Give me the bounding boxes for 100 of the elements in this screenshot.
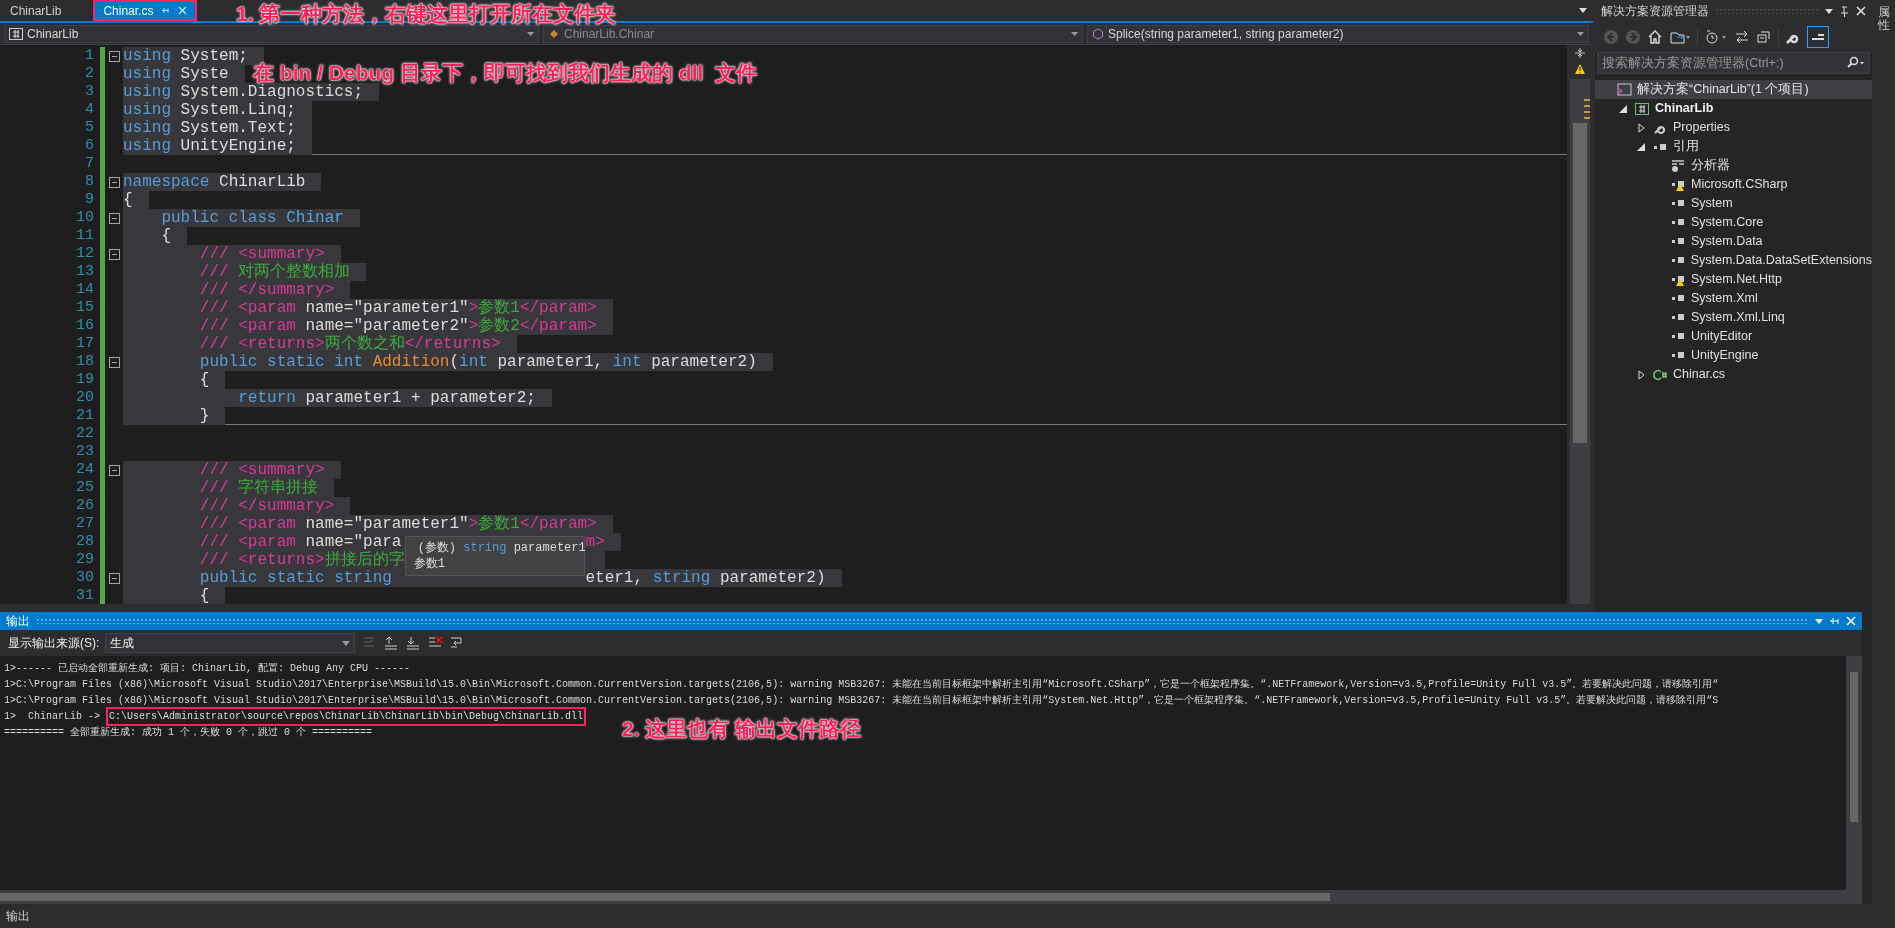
method-icon <box>1092 27 1104 40</box>
code-text: /// <param <box>198 533 296 551</box>
code-text: name="parameter1" <box>304 299 469 317</box>
dropdown-caret-icon[interactable] <box>1825 8 1833 14</box>
line-number: 28 <box>75 533 95 551</box>
line-number: 23 <box>75 443 95 461</box>
tree-item[interactable]: UnityEditor <box>1595 327 1872 346</box>
collapse-icon[interactable] <box>108 50 120 62</box>
expanded-arrow-icon[interactable] <box>1637 142 1645 151</box>
code-text: ChinarLib <box>218 173 306 191</box>
source-dropdown[interactable]: 生成 <box>105 633 356 653</box>
code-text: /// <returns> <box>198 335 325 353</box>
line-number: 22 <box>75 425 95 443</box>
expanded-arrow-icon[interactable] <box>1619 104 1627 113</box>
code-text: > <box>468 299 479 317</box>
tree-item[interactable]: 解决方案“ChinarLib”(1 个项目) <box>1595 80 1872 99</box>
collapse-icon[interactable] <box>108 464 120 476</box>
code-text: parameter2) <box>718 569 826 587</box>
tree-item[interactable]: ChinarLib <box>1595 99 1872 118</box>
output-line: 1>------ 已启动全部重新生成: 项目: ChinarLib, 配置: Debug Any CPU ------ <box>4 661 411 676</box>
line-number: 20 <box>75 389 95 407</box>
line-number: 30 <box>75 569 95 587</box>
source-label: 显示输出来源(S): <box>8 635 100 652</box>
navigation-dropdown[interactable]: Splice(string parameter1, string parameter2) <box>1087 24 1589 43</box>
annotation-text: 2. 这里也有 输出文件路径 <box>622 718 862 739</box>
output-line: 1>C:\Program Files (x86)\Microsoft Visual Studio\2017\Enterprise\MSBuild\15.0\Bin\Microsoft.Common.CurrentVersion.targets(2106,5): warning MSB3267: 未能在当前目标框架中解析主引用“System.Net.Http”，它是一个框架程序集。“.NETFramework,Version=v3.5,Profile=Unity Full v3.5”。若要解决此问题，请移除引用“S <box>4 693 1719 708</box>
navigation-dropdown[interactable]: ChinarLib.Chinar <box>543 24 1083 43</box>
code-text: using <box>123 101 171 119</box>
dropdown-caret-icon[interactable] <box>1815 618 1823 624</box>
scrollbar[interactable] <box>0 890 1862 904</box>
line-number: 6 <box>84 137 95 155</box>
collapse-all-icon[interactable] <box>1756 29 1772 45</box>
code-text: > <box>468 317 479 335</box>
tree-item[interactable]: 引用 <box>1595 137 1872 156</box>
tree-item[interactable]: System.Data.DataSetExtensions <box>1595 251 1872 270</box>
code-text: name="parameter2" <box>304 317 469 335</box>
sync-icon[interactable] <box>1734 29 1750 45</box>
scrollbar[interactable] <box>1846 656 1862 890</box>
code-text: System.Diagnostics; <box>179 83 364 101</box>
tree-item[interactable]: System.Core <box>1595 213 1872 232</box>
tree-item[interactable]: System.Xml.Linq <box>1595 308 1872 327</box>
line-number: 29 <box>75 551 95 569</box>
scrollbar-thumb[interactable] <box>1850 672 1858 822</box>
code-text: UnityEngine; <box>179 136 296 155</box>
code-text: /// <summary> <box>198 245 325 263</box>
code-text: string <box>652 569 711 587</box>
search-field[interactable]: 搜索解决方案资源管理器(Ctrl+;) <box>1597 52 1870 74</box>
scrollbar-thumb[interactable] <box>1573 123 1587 443</box>
caret-icon <box>342 640 351 646</box>
document-tab[interactable]: ChinarLib <box>0 0 72 21</box>
tree-item[interactable]: UnityEngine <box>1595 346 1872 365</box>
tree-item[interactable]: System.Xml <box>1595 289 1872 308</box>
tree-item[interactable]: 分析器 <box>1595 156 1872 175</box>
code-text: parameter1 + parameter2; <box>304 389 536 407</box>
code-text: </returns> <box>404 335 501 353</box>
code-text: Chinar <box>285 209 344 227</box>
side-tab[interactable]: 属性 <box>1877 6 1890 904</box>
collapsed-arrow-icon[interactable] <box>1637 369 1645 380</box>
collapsed-arrow-icon[interactable] <box>1637 122 1645 133</box>
code-text: name="para <box>304 533 402 551</box>
code-text: System.Linq; <box>179 101 296 119</box>
line-number: 5 <box>84 119 95 137</box>
navigation-dropdown[interactable]: ChinarLib <box>4 24 539 43</box>
line-number: 4 <box>84 101 95 119</box>
code-text: /// <box>198 263 230 281</box>
collapse-icon[interactable] <box>108 212 120 224</box>
collapse-icon[interactable] <box>108 356 120 368</box>
tree-item[interactable]: Properties <box>1595 118 1872 137</box>
tree-item[interactable]: System.Net.Http <box>1595 270 1872 289</box>
code-file-icon <box>1653 368 1667 381</box>
history-icon[interactable] <box>1704 29 1728 45</box>
collapse-icon[interactable] <box>108 176 120 188</box>
code-text: 字符串拼接 <box>238 479 319 497</box>
scrollbar-thumb[interactable] <box>0 893 1330 901</box>
pin-icon[interactable] <box>1839 5 1850 17</box>
dropdown-caret-icon[interactable] <box>1579 8 1587 13</box>
code-text: /// </summary> <box>198 497 335 515</box>
code-text: { <box>160 227 171 245</box>
previous-message-icon[interactable] <box>383 636 400 650</box>
tree-item[interactable]: System.Data <box>1595 232 1872 251</box>
split-icon[interactable] <box>1574 47 1586 59</box>
scrollbar[interactable] <box>1570 79 1590 604</box>
tree-item[interactable]: System <box>1595 194 1872 213</box>
collapse-icon[interactable] <box>108 248 120 260</box>
annotation-text: 1. 第一种方法，右键这里打开所在文件夹 <box>236 3 617 24</box>
clear-all-icon[interactable] <box>427 636 444 650</box>
tooltip-description: 参数1 <box>413 556 446 572</box>
close-icon[interactable] <box>1856 6 1866 16</box>
home-icon[interactable] <box>1647 29 1663 45</box>
search-icon[interactable] <box>1845 56 1865 70</box>
collapse-icon[interactable] <box>108 572 120 584</box>
preview-button[interactable] <box>1807 26 1829 48</box>
next-message-icon[interactable] <box>405 636 422 650</box>
sync-documents-icon[interactable] <box>1669 29 1691 45</box>
tree-item[interactable]: Microsoft.CSharp <box>1595 175 1872 194</box>
code-text: { <box>123 191 133 209</box>
line-number: 26 <box>75 497 95 515</box>
code-text: /// <summary> <box>198 461 325 479</box>
tree-item[interactable]: Chinar.cs <box>1595 365 1872 384</box>
code-text: int <box>612 353 642 371</box>
